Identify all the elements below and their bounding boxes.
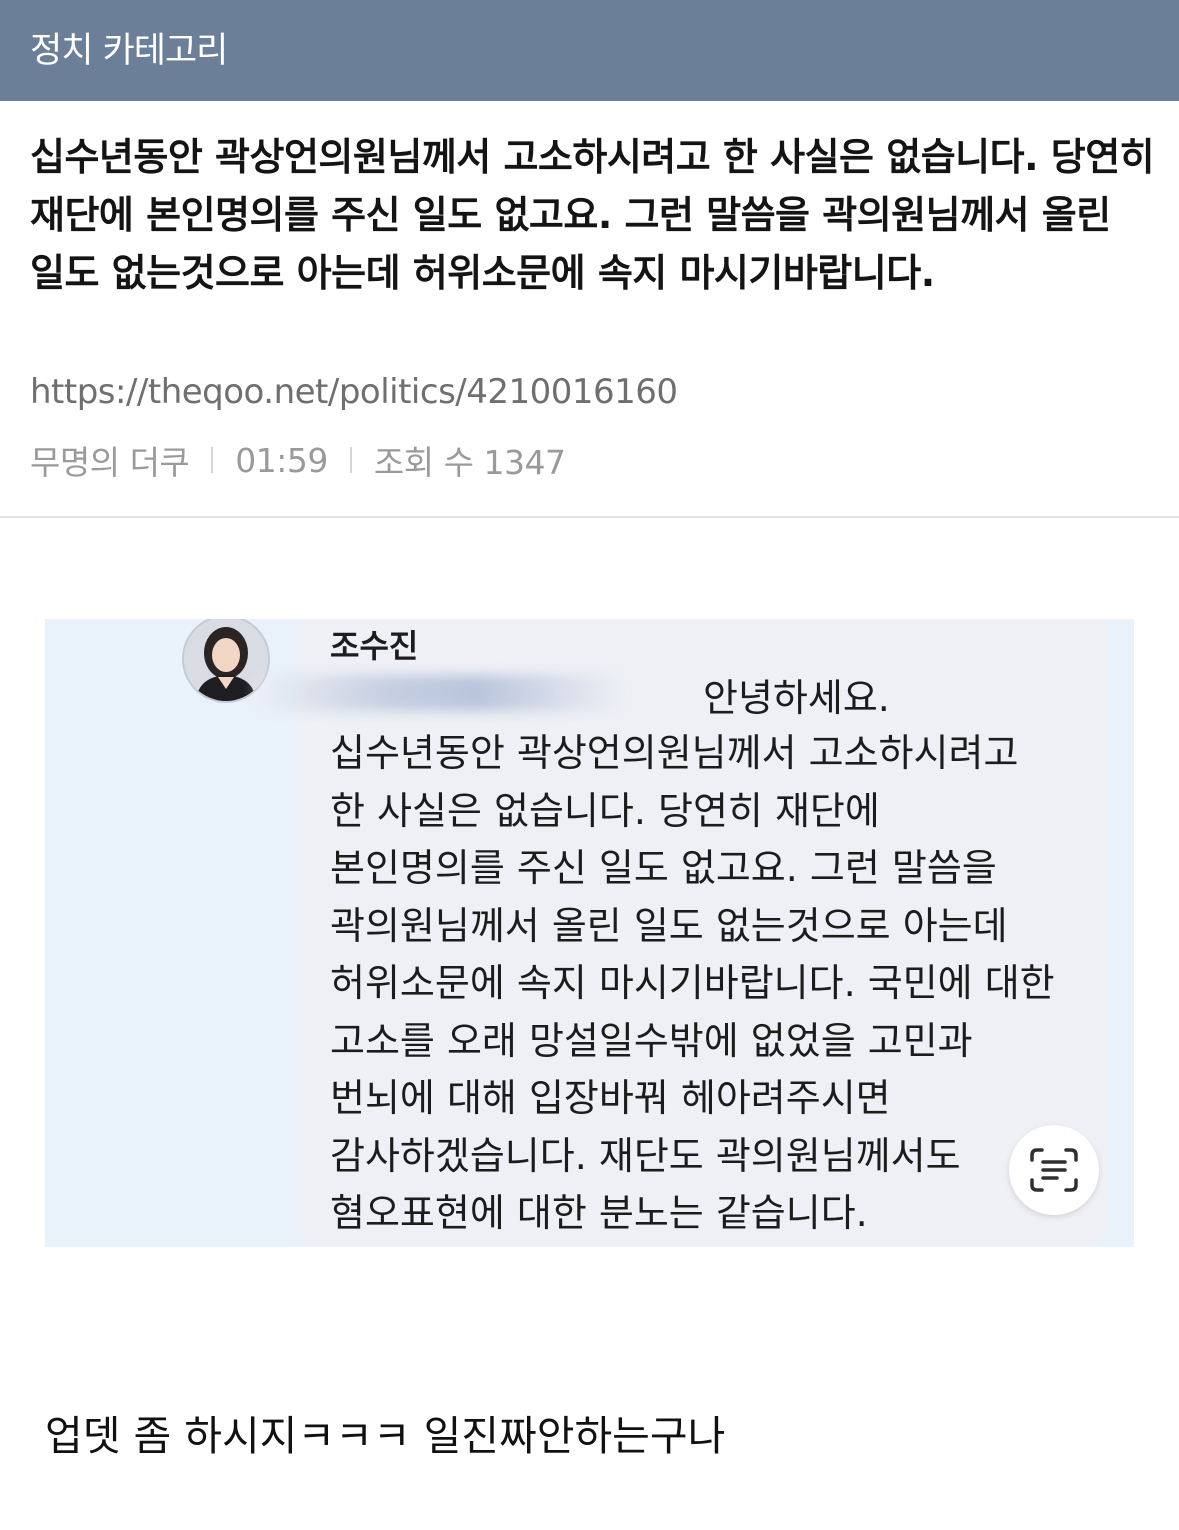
message-line: 혐오표현에 대한 분노는 같습니다.: [330, 1191, 868, 1235]
redacted-text: [255, 675, 625, 711]
message-screenshot-image: 조수진 안녕하세요. 십수년동안 곽상언의원님께서 고소하시려고 한 사실은 없…: [45, 619, 1134, 1247]
message-line: 허위소문에 속지 마시기바랍니다. 국민에 대한: [330, 961, 1055, 1005]
category-label[interactable]: 정치 카테고리: [30, 22, 228, 73]
divider: [0, 516, 1179, 518]
meta-separator: [211, 447, 214, 473]
top-bar: 정치 카테고리: [0, 0, 1179, 101]
sender-name: 조수진: [330, 627, 419, 665]
greeting-text: 안녕하세요.: [703, 676, 890, 720]
post-meta: 무명의 더쿠 01:59 조회 수 1347: [30, 436, 566, 484]
message-body: 십수년동안 곽상언의원님께서 고소하시려고 한 사실은 없습니다. 당연히 재단…: [330, 725, 1055, 1243]
message-line: 곽의원님께서 올린 일도 없는것으로 아는데: [330, 903, 1008, 948]
message-line: 번뇌에 대해 입장바꿔 헤아려주시면: [330, 1076, 891, 1120]
live-text-scan-button[interactable]: [1009, 1125, 1099, 1215]
message-line: 본인명의를 주신 일도 없고요. 그런 말씀을: [330, 846, 997, 890]
post-body-text: 업뎃 좀 하시지ㅋㅋㅋ 일진짜안하는구나: [45, 1412, 726, 1460]
author-name: 무명의 더쿠: [30, 443, 190, 482]
message-line: 감사하겠습니다. 재단도 곽의원님께서도: [330, 1133, 961, 1178]
message-line: 십수년동안 곽상언의원님께서 고소하시려고: [330, 731, 1019, 775]
post-url[interactable]: https://theqoo.net/politics/4210016160: [30, 372, 678, 412]
meta-separator: [349, 447, 352, 473]
message-line: 한 사실은 없습니다. 당연히 재단에: [330, 788, 880, 833]
message-line: 고소를 오래 망설일수밖에 없었을 고민과: [330, 1018, 973, 1063]
view-count: 조회 수 1347: [373, 443, 566, 482]
post-title: 십수년동안 곽상언의원님께서 고소하시려고 한 사실은 없습니다. 당연히 재단…: [30, 135, 1155, 295]
post-time: 01:59: [235, 440, 328, 480]
live-text-scan-icon: [1030, 1148, 1078, 1192]
